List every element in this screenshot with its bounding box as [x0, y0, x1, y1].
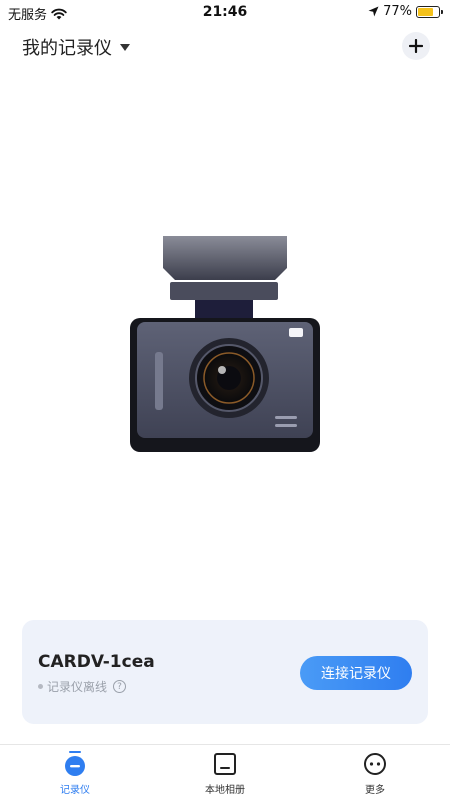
tab-recorder[interactable]: 记录仪	[35, 751, 115, 796]
caret-down-icon	[120, 43, 130, 51]
device-status: 记录仪离线 ?	[38, 678, 127, 695]
device-card: CARDV-1cea 记录仪离线 ? 连接记录仪	[22, 620, 428, 724]
battery-fill	[418, 7, 434, 16]
tab-label: 记录仪	[60, 785, 90, 796]
tab-more[interactable]: 更多	[335, 751, 415, 796]
device-selector[interactable]: 我的记录仪	[22, 34, 130, 60]
device-status-text: 记录仪离线	[47, 680, 108, 694]
tab-album[interactable]: 本地相册	[185, 751, 265, 796]
header: 我的记录仪	[0, 28, 450, 64]
status-right: 77%	[368, 4, 443, 19]
location-arrow-icon	[368, 6, 379, 17]
album-icon	[214, 753, 236, 775]
plus-icon	[409, 39, 423, 53]
dashcam-illustration	[125, 230, 325, 460]
dashcam-icon	[130, 236, 320, 452]
device-name: CARDV-1cea	[38, 652, 155, 672]
more-icon	[364, 753, 386, 775]
status-bar: 无服务 21:46 77%	[0, 0, 450, 24]
battery-percent: 77%	[383, 4, 412, 19]
connect-recorder-button[interactable]: 连接记录仪	[300, 656, 412, 690]
page-title: 我的记录仪	[22, 38, 112, 59]
tab-bar: 记录仪 本地相册 更多	[0, 744, 450, 800]
tab-label: 本地相册	[205, 785, 245, 796]
offline-dot-icon	[38, 684, 43, 689]
tab-label: 更多	[365, 785, 385, 796]
add-device-button[interactable]	[402, 32, 430, 60]
recorder-icon	[65, 751, 85, 776]
help-icon[interactable]: ?	[113, 680, 127, 693]
battery-icon	[416, 5, 443, 18]
